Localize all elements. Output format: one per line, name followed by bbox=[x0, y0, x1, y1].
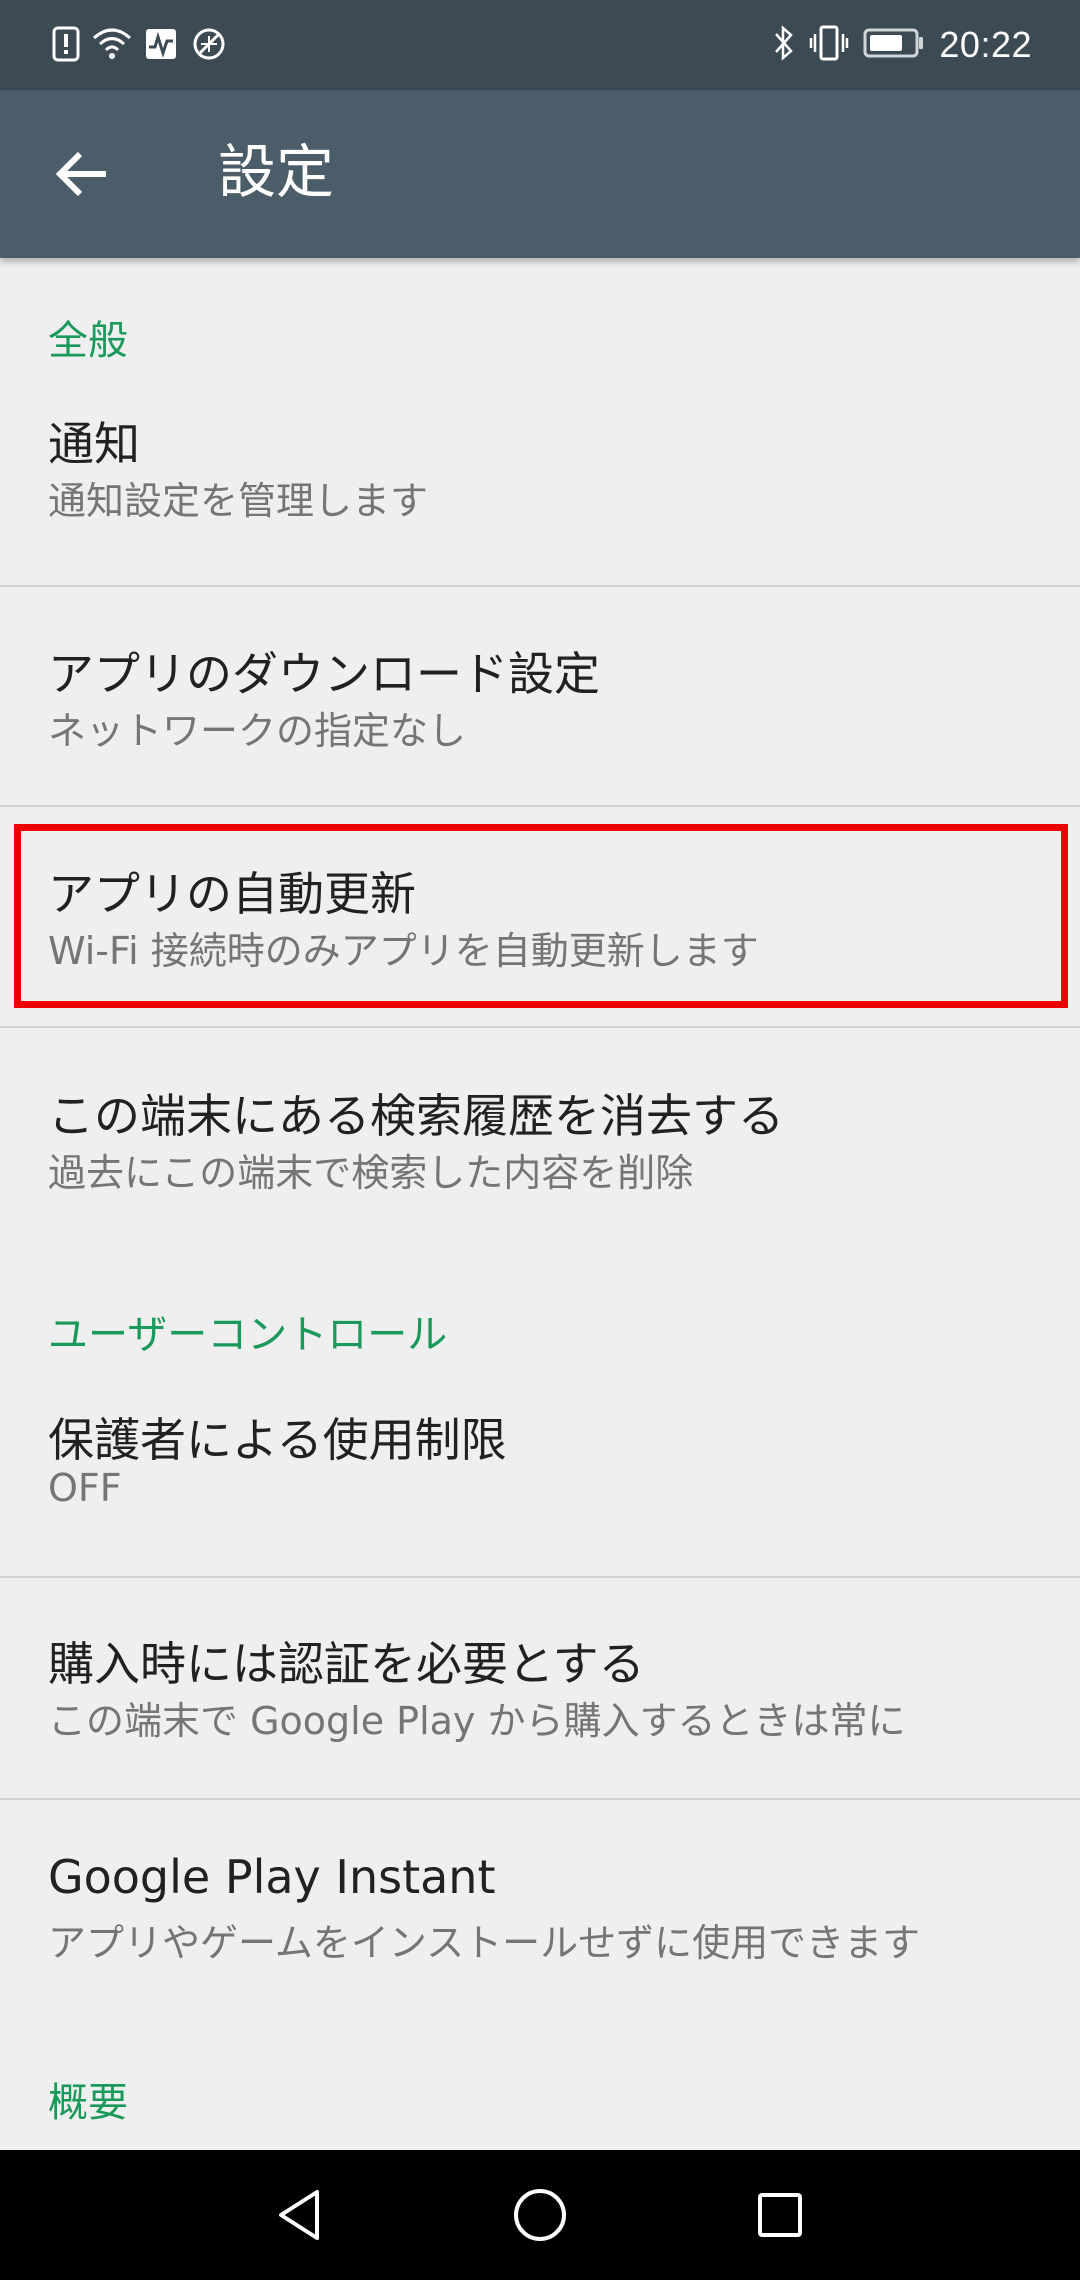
divider bbox=[0, 805, 1080, 807]
setting-secondary-text: この端末で Google Play から購入するときは常に bbox=[48, 1699, 906, 1743]
data-saver-icon bbox=[190, 25, 228, 67]
section-header-general: 全般 bbox=[48, 318, 128, 364]
status-bar: 20:22 bbox=[0, 0, 1080, 90]
status-right-icons: 20:22 bbox=[773, 20, 1032, 70]
arrow-back-icon bbox=[55, 151, 106, 197]
divider bbox=[0, 1576, 1080, 1578]
nav-home-button[interactable] bbox=[500, 2175, 580, 2255]
setting-secondary-text: OFF bbox=[48, 1466, 122, 1510]
setting-secondary-text: 過去にこの端末で検索した内容を削除 bbox=[48, 1151, 694, 1195]
activity-icon bbox=[144, 27, 178, 65]
setting-secondary-text: Wi-Fi 接続時のみアプリを自動更新します bbox=[48, 929, 759, 973]
vibrate-icon bbox=[809, 24, 849, 66]
home-circle-icon bbox=[514, 2189, 566, 2241]
setting-primary-text: 保護者による使用制限 bbox=[48, 1413, 507, 1467]
alert-icon bbox=[52, 24, 80, 68]
settings-list[interactable]: 全般 通知 通知設定を管理します アプリのダウンロード設定 ネットワークの指定な… bbox=[0, 258, 1080, 2150]
setting-item-clear-search-history[interactable]: この端末にある検索履歴を消去する 過去にこの端末で検索した内容を削除 bbox=[0, 1080, 1080, 1280]
divider bbox=[0, 1798, 1080, 1800]
setting-item-notifications[interactable]: 通知 通知設定を管理します bbox=[0, 408, 1080, 612]
status-time: 20:22 bbox=[939, 24, 1032, 65]
setting-primary-text: 通知 bbox=[48, 417, 140, 471]
setting-item-google-play-instant[interactable]: Google Play Instant アプリやゲームをインストールせずに使用で… bbox=[0, 1850, 1080, 2050]
wifi-icon bbox=[92, 26, 132, 66]
section-header-about: 概要 bbox=[48, 2080, 128, 2126]
nav-back-button[interactable] bbox=[260, 2175, 340, 2255]
setting-primary-text: アプリのダウンロード設定 bbox=[48, 647, 600, 701]
setting-primary-text: この端末にある検索履歴を消去する bbox=[48, 1089, 784, 1143]
setting-item-auto-update[interactable]: アプリの自動更新 Wi-Fi 接続時のみアプリを自動更新します bbox=[0, 858, 1080, 1058]
recents-square-icon bbox=[758, 2193, 802, 2237]
setting-primary-text: Google Play Instant bbox=[48, 1850, 496, 1904]
back-button[interactable] bbox=[42, 134, 122, 214]
setting-secondary-text: ネットワークの指定なし bbox=[48, 709, 467, 753]
back-triangle-icon bbox=[279, 2190, 319, 2240]
setting-item-parental-controls[interactable]: 保護者による使用制限 OFF bbox=[0, 1404, 1080, 1604]
setting-primary-text: 購入時には認証を必要とする bbox=[48, 1637, 645, 1691]
page-title: 設定 bbox=[218, 138, 335, 206]
divider bbox=[0, 1026, 1080, 1028]
setting-secondary-text: アプリやゲームをインストールせずに使用できます bbox=[48, 1921, 921, 1965]
setting-secondary-text: 通知設定を管理します bbox=[48, 479, 429, 523]
navigation-bar bbox=[0, 2150, 1080, 2280]
setting-primary-text: アプリの自動更新 bbox=[48, 867, 416, 921]
section-header-user-controls: ユーザーコントロール bbox=[48, 1312, 448, 1358]
battery-icon bbox=[863, 26, 925, 64]
app-bar: 設定 bbox=[0, 90, 1080, 258]
bluetooth-icon bbox=[773, 24, 795, 66]
divider bbox=[0, 585, 1080, 587]
setting-item-download-preference[interactable]: アプリのダウンロード設定 ネットワークの指定なし bbox=[0, 638, 1080, 838]
nav-recents-button[interactable] bbox=[740, 2175, 820, 2255]
status-left-icons bbox=[52, 24, 228, 68]
